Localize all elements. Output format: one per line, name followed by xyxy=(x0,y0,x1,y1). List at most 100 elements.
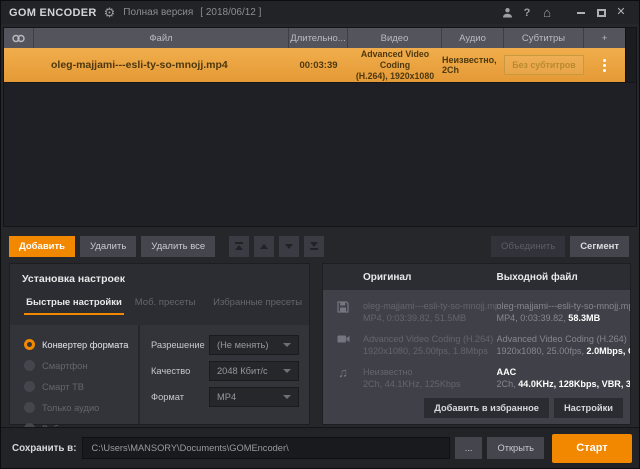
table-body: oleg-majjami---esli-ty-so-mnojj.mp4 00:0… xyxy=(4,48,636,226)
start-button[interactable]: Старт xyxy=(552,433,632,463)
radio-label: Только аудио xyxy=(42,402,100,413)
compare-actions: Добавить в избранное Настройки xyxy=(424,398,623,418)
compare-body: oleg-majjami---esli-ty-so-mnojj.mp4 MP4,… xyxy=(323,290,630,424)
compare-header: Оригинал Выходной файл xyxy=(323,264,630,290)
chevron-down-icon xyxy=(283,343,291,347)
close-icon[interactable]: ✕ xyxy=(611,5,631,21)
resolution-select[interactable]: (Не менять) xyxy=(209,335,299,355)
gear-icon[interactable]: ⚙ xyxy=(104,5,116,21)
output-title: Выходной файл xyxy=(496,271,578,283)
chevron-down-icon xyxy=(283,369,291,373)
file-toolbar: Добавить Удалить Удалить все Объединить … xyxy=(9,235,629,257)
header-scrollbar-gap xyxy=(625,28,636,48)
column-header-audio[interactable]: Аудио xyxy=(442,28,504,48)
remove-button[interactable]: Удалить xyxy=(80,235,137,257)
format-field: Формат MP4 xyxy=(151,387,299,407)
column-header-file[interactable]: Файл xyxy=(34,28,289,48)
save-to-label: Сохранить в: xyxy=(12,442,77,454)
merge-button[interactable]: Объединить xyxy=(490,235,566,257)
radio-icon xyxy=(24,402,35,413)
move-top-icon[interactable] xyxy=(229,235,250,257)
link-column-header[interactable] xyxy=(4,28,34,48)
original-title: Оригинал xyxy=(363,271,412,283)
output-path-input[interactable] xyxy=(82,437,450,459)
link-icon xyxy=(12,34,25,42)
minimize-icon[interactable] xyxy=(571,5,591,21)
video-res-line: (H.264), 1920x1080 xyxy=(355,70,435,81)
row-duration: 00:03:39 xyxy=(299,59,338,71)
home-icon[interactable]: ⌂ xyxy=(537,5,557,21)
gom-encoder-window: GOM ENCODER ⚙ Полная версия [ 2018/06/12… xyxy=(0,0,640,469)
settings-panel-title: Установка настроек xyxy=(22,273,126,285)
user-icon[interactable] xyxy=(497,5,517,21)
output-audio-info: AAC 2Ch, 44.0KHz, 128Kbps, VBR, 30 ... xyxy=(496,367,631,389)
file-list-table: Файл Длительно... Видео Аудио Субтитры +… xyxy=(3,27,637,227)
radio-label: Смартфон xyxy=(42,360,88,371)
version-label: Полная версия xyxy=(123,7,194,18)
tab-quick-settings[interactable]: Быстрые настройки xyxy=(24,297,124,315)
music-note-icon: ♫ xyxy=(338,365,348,380)
open-folder-button[interactable]: Открыть xyxy=(487,437,544,459)
browse-button[interactable]: ... xyxy=(454,437,483,459)
original-file-info: oleg-majjami---esli-ty-so-mnojj.mp4 MP4,… xyxy=(363,301,497,323)
file-save-icon xyxy=(323,300,363,324)
output-file-info: oleg-majjami---esli-ty-so-mnojj.mp4 MP4,… xyxy=(496,301,631,323)
radio-label: Смарт ТВ xyxy=(42,381,84,392)
format-select[interactable]: MP4 xyxy=(209,387,299,407)
version-date: [ 2018/06/12 ] xyxy=(200,7,262,18)
chevron-down-icon xyxy=(283,395,291,399)
tab-mobile-presets[interactable]: Моб. пресеты xyxy=(124,297,206,315)
settings-button[interactable]: Настройки xyxy=(553,398,623,418)
tab-favorite-presets[interactable]: Избранные пресеты xyxy=(206,297,309,315)
quality-value: 2048 Кбит/с xyxy=(217,366,268,376)
column-header-subtitles[interactable]: Субтитры xyxy=(504,28,584,48)
radio-format-converter[interactable]: Конвертер формата xyxy=(24,334,138,355)
quality-select[interactable]: 2048 Кбит/с xyxy=(209,361,299,381)
add-button[interactable]: Добавить xyxy=(9,235,76,257)
maximize-icon[interactable] xyxy=(591,5,611,21)
table-row[interactable]: oleg-majjami---esli-ty-so-mnojj.mp4 00:0… xyxy=(4,48,636,83)
compare-row-audio: ♫ Неизвестно 2Ch, 44.1KHz, 125Kbps AAC 2… xyxy=(323,366,630,390)
settings-panel: Установка настроек Быстрые настройки Моб… xyxy=(9,263,310,434)
segment-button[interactable]: Сегмент xyxy=(570,235,629,257)
move-down-icon[interactable] xyxy=(279,235,300,257)
move-up-icon[interactable] xyxy=(254,235,275,257)
move-bottom-icon[interactable] xyxy=(304,235,325,257)
radio-smart-tv[interactable]: Смарт ТВ xyxy=(24,376,138,397)
add-favorite-button[interactable]: Добавить в избранное xyxy=(424,398,549,418)
radio-audio-only[interactable]: Только аудио xyxy=(24,397,138,418)
app-title: GOM ENCODER xyxy=(9,6,97,19)
remove-all-button[interactable]: Удалить все xyxy=(141,235,216,257)
window-controls: ✕ xyxy=(571,5,631,21)
resolution-label: Разрешение xyxy=(151,340,205,350)
subtitles-chip[interactable]: Без субтитров xyxy=(504,55,584,75)
original-video-info: Advanced Video Coding (H.264) 1920x1080,… xyxy=(363,334,494,356)
row-scrollbar-gap xyxy=(625,48,636,82)
mode-radio-group: Конвертер формата Смартфон Смарт ТВ Толь… xyxy=(10,325,140,434)
compare-row-file: oleg-majjami---esli-ty-so-mnojj.mp4 MP4,… xyxy=(323,300,630,324)
column-header-duration[interactable]: Длительно... xyxy=(289,28,348,48)
kebab-menu-icon[interactable] xyxy=(603,58,606,72)
radio-icon xyxy=(24,381,35,392)
table-header: Файл Длительно... Видео Аудио Субтитры + xyxy=(4,28,636,48)
encode-fields: Разрешение (Не менять) Качество 2048 Кби… xyxy=(140,325,309,424)
resolution-field: Разрешение (Не менять) xyxy=(151,335,299,355)
video-codec-line: Advanced Video Coding xyxy=(360,48,430,70)
help-icon[interactable]: ? xyxy=(517,5,537,21)
original-audio-info: Неизвестно 2Ch, 44.1KHz, 125Kbps xyxy=(363,367,461,389)
settings-tabs: Быстрые настройки Моб. пресеты Избранные… xyxy=(10,289,309,315)
row-link-cell[interactable] xyxy=(4,48,34,82)
row-filename: oleg-majjami---esli-ty-so-mnojj.mp4 xyxy=(51,59,228,71)
row-video-info: Advanced Video Coding (H.264), 1920x1080 xyxy=(348,48,442,82)
video-camera-icon xyxy=(323,333,363,357)
bottom-bar: Сохранить в: ... Открыть Старт xyxy=(1,427,639,468)
resolution-value: (Не менять) xyxy=(217,340,269,350)
column-header-add[interactable]: + xyxy=(584,28,625,48)
quick-settings-content: Конвертер формата Смартфон Смарт ТВ Толь… xyxy=(10,325,309,434)
compare-row-video: Advanced Video Coding (H.264) 1920x1080,… xyxy=(323,333,630,357)
radio-smartphone[interactable]: Смартфон xyxy=(24,355,138,376)
row-subtitles-cell: Без субтитров xyxy=(504,48,584,82)
column-header-video[interactable]: Видео xyxy=(348,28,442,48)
radio-label: Конвертер формата xyxy=(42,339,129,350)
rows-area: oleg-majjami---esli-ty-so-mnojj.mp4 00:0… xyxy=(4,48,636,226)
